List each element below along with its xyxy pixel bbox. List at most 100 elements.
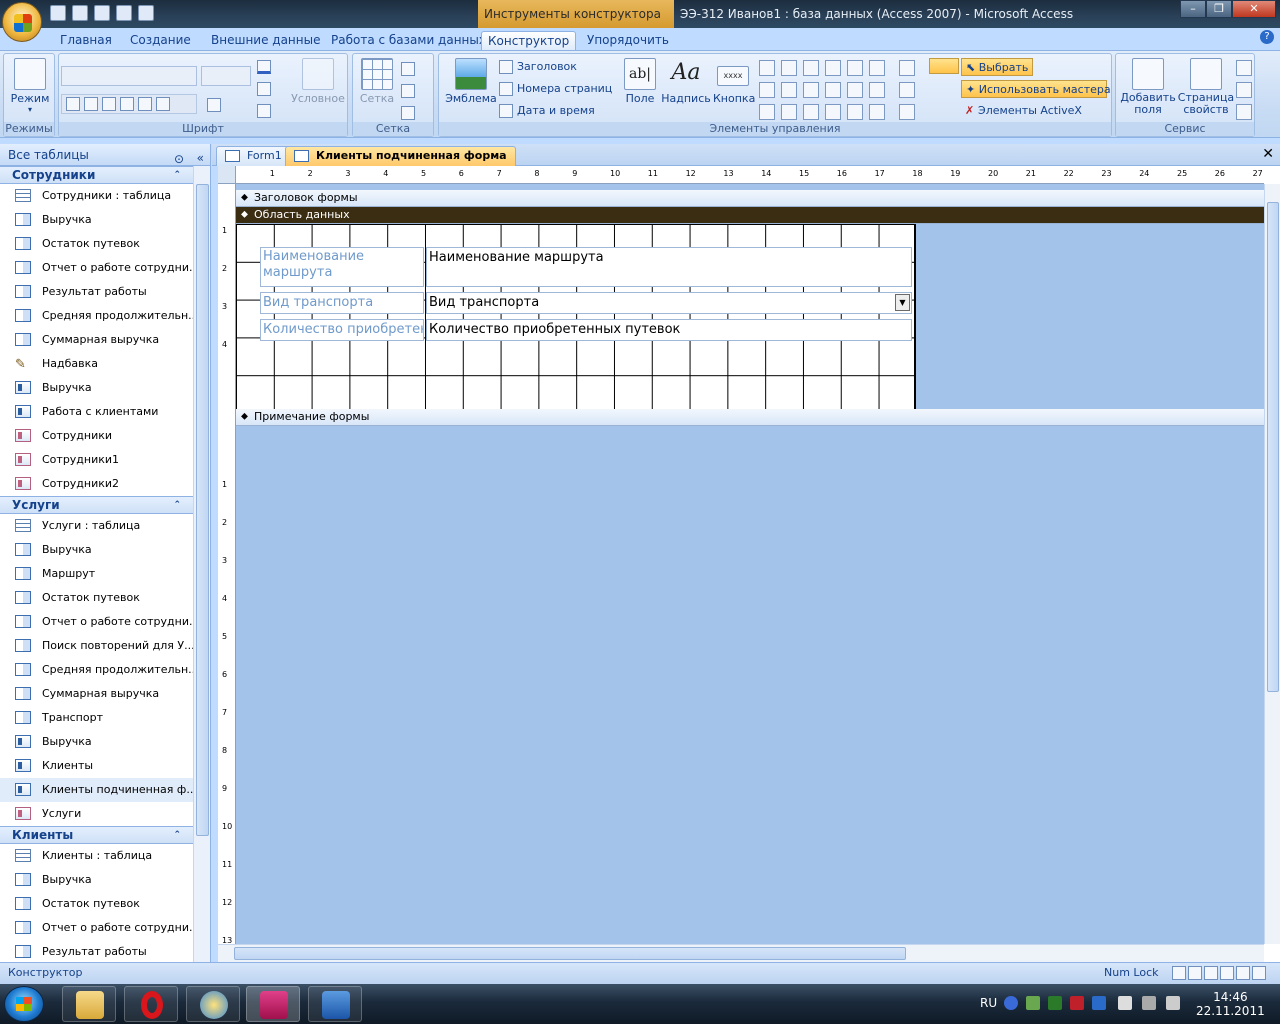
tab-control-tool-icon[interactable]	[825, 60, 841, 76]
nav-item[interactable]: Клиенты : таблица	[0, 844, 193, 868]
toggle-button-tool-icon[interactable]	[803, 60, 819, 76]
label-button[interactable]: Aa Надпись	[661, 58, 711, 105]
chevron-up-icon[interactable]: ⌃	[173, 167, 181, 183]
property-sheet-button[interactable]: Страница свойств	[1176, 58, 1236, 116]
nav-item[interactable]: Остаток путевок	[0, 232, 193, 256]
italic-icon[interactable]	[84, 97, 98, 111]
form-view-icon[interactable]	[1172, 966, 1186, 980]
image-tool-icon[interactable]	[759, 104, 775, 120]
list-box-tool-icon[interactable]	[759, 82, 775, 98]
line-thickness-icon[interactable]	[401, 60, 419, 78]
tab-create[interactable]: Создание	[124, 31, 197, 50]
select-mode-icon[interactable]	[929, 58, 959, 74]
action-center-icon[interactable]	[1118, 996, 1132, 1010]
field-route-name[interactable]: Наименование маршрута	[426, 247, 912, 287]
date-time-button[interactable]: Дата и время	[499, 102, 595, 120]
select-button[interactable]: ⬉ Выбрать	[961, 58, 1034, 76]
nav-item[interactable]: Работа с клиентами	[0, 400, 193, 424]
nav-item[interactable]: Результат работы	[0, 280, 193, 304]
align-center-icon[interactable]	[138, 97, 152, 111]
fill-color-icon[interactable]	[257, 80, 275, 98]
tab-order-icon[interactable]	[1236, 60, 1252, 76]
datasheet-view-icon[interactable]	[1188, 966, 1202, 980]
nav-item[interactable]: Выручка	[0, 730, 193, 754]
nav-item[interactable]: Маршрут	[0, 562, 193, 586]
chevron-up-icon[interactable]: ⌃	[173, 827, 181, 843]
line-color-icon[interactable]	[401, 104, 419, 122]
image-insert-tool-icon[interactable]	[847, 104, 863, 120]
nav-item[interactable]: Отчет о работе сотрудни...	[0, 256, 193, 280]
minimize-button[interactable]: –	[1180, 0, 1206, 18]
hyperlink-tool-icon[interactable]	[869, 82, 885, 98]
use-wizards-button[interactable]: ✦ Использовать мастера	[961, 80, 1111, 98]
nav-item[interactable]: Клиенты	[0, 754, 193, 778]
nav-scrollbar-thumb[interactable]	[196, 184, 209, 836]
label-tickets-count[interactable]: Количество приобретенн	[260, 319, 424, 341]
maximize-button[interactable]: ❐	[1206, 0, 1232, 18]
nav-item[interactable]: Транспорт	[0, 706, 193, 730]
nav-item[interactable]: Сотрудники : таблица	[0, 184, 193, 208]
chart-tool-icon[interactable]	[847, 60, 863, 76]
taskbar-word[interactable]	[308, 986, 362, 1022]
font-name-combo[interactable]	[61, 66, 197, 86]
nav-group-header[interactable]: Сотрудники ⌃	[0, 166, 193, 184]
nav-item[interactable]: Выручка	[0, 208, 193, 232]
nav-item[interactable]: Отчет о работе сотрудни...	[0, 610, 193, 634]
nav-item[interactable]: Результат работы	[0, 940, 193, 962]
nav-item[interactable]: Сотрудники1	[0, 448, 193, 472]
view-button[interactable]: Режим ▾	[10, 58, 50, 114]
subform-tool-icon[interactable]	[869, 60, 885, 76]
field-tickets-count[interactable]: Количество приобретенных путевок	[426, 319, 912, 341]
conditional-format-button[interactable]: Условное	[291, 58, 345, 105]
add-fields-button[interactable]: Добавить поля	[1118, 58, 1178, 116]
section-detail[interactable]: Область данных	[236, 207, 1264, 224]
line-type-icon[interactable]	[401, 82, 419, 100]
line-thickness-tool-icon[interactable]	[899, 60, 915, 76]
nav-item[interactable]: Выручка	[0, 868, 193, 892]
checkbox-tool-icon[interactable]	[803, 82, 819, 98]
bold-icon[interactable]	[66, 97, 80, 111]
help-tray-icon[interactable]	[1004, 996, 1018, 1010]
network-icon[interactable]	[1142, 996, 1156, 1010]
clock[interactable]: 14:46 22.11.2011	[1196, 990, 1265, 1018]
combo-box-tool-icon[interactable]	[759, 60, 775, 76]
save-icon[interactable]	[50, 5, 66, 21]
tab-database-tools[interactable]: Работа с базами данных	[325, 31, 492, 50]
pivot-chart-view-icon[interactable]	[1220, 966, 1234, 980]
bound-object-tool-icon[interactable]	[847, 82, 863, 98]
logo-button[interactable]: Эмблема	[443, 58, 499, 105]
tray-icon[interactable]	[1048, 996, 1062, 1010]
nav-item[interactable]: Сотрудники2	[0, 472, 193, 496]
line-tool-icon[interactable]	[781, 60, 797, 76]
taskbar-access[interactable]	[246, 986, 300, 1022]
vertical-scrollbar[interactable]	[1264, 184, 1280, 944]
label-transport-type[interactable]: Вид транспорта	[260, 292, 424, 314]
align-left-icon[interactable]	[120, 97, 134, 111]
font-size-combo[interactable]	[201, 66, 251, 86]
undo-icon[interactable]	[72, 5, 88, 21]
align-right-icon[interactable]	[156, 97, 170, 111]
nav-item[interactable]: Средняя продолжительн...	[0, 304, 193, 328]
nav-item[interactable]: Поиск повторений для У...	[0, 634, 193, 658]
close-document-icon[interactable]: ✕	[1262, 146, 1274, 162]
taskbar-opera[interactable]	[124, 986, 178, 1022]
tab-design[interactable]: Конструктор	[481, 31, 577, 50]
gridlines-button[interactable]: Сетка	[357, 58, 397, 105]
line-color-tool-icon[interactable]	[899, 104, 915, 120]
convert-macros-icon[interactable]	[1236, 104, 1252, 120]
nav-item[interactable]: Клиенты подчиненная ф...	[0, 778, 193, 802]
taskbar-weather[interactable]	[186, 986, 240, 1022]
nav-item[interactable]: Услуги	[0, 802, 193, 826]
attachment-tool-icon[interactable]	[869, 104, 885, 120]
start-button[interactable]	[4, 986, 44, 1022]
nav-item[interactable]: Надбавка	[0, 352, 193, 376]
horizontal-scrollbar[interactable]	[218, 944, 1264, 962]
nav-scrollbar[interactable]	[193, 166, 210, 962]
command-button-tool[interactable]: xxxx Кнопка	[713, 58, 755, 105]
font-color-icon[interactable]	[257, 58, 275, 76]
vertical-scrollbar-thumb[interactable]	[1267, 202, 1279, 692]
page-break-tool-icon[interactable]	[825, 104, 841, 120]
underline-icon[interactable]	[102, 97, 116, 111]
nav-group-header[interactable]: Клиенты ⌃	[0, 826, 193, 844]
vertical-ruler[interactable]: 1 2 3 4 1 2 3 4 5 6 7 8 9 10 11 12 13	[218, 184, 236, 944]
